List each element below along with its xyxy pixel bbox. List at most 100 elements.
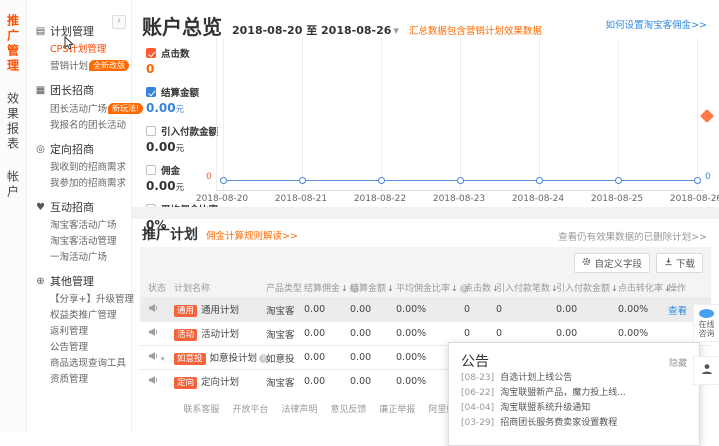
plan-name: 通用计划: [201, 305, 239, 316]
footer-link[interactable]: 开放平台: [232, 402, 268, 415]
status-cell: [148, 303, 174, 316]
avg-rate-cell: 0.00%: [396, 304, 464, 315]
sidebar-section-title[interactable]: ▦团长招商: [35, 82, 131, 98]
clicks-cell: 0: [464, 328, 496, 339]
plan-type-badge: 活动: [174, 329, 197, 341]
metric-checkbox[interactable]: [146, 48, 156, 58]
announcement-date: [06-22]: [461, 388, 494, 398]
sidebar-item[interactable]: 我收到的招商需求: [50, 162, 131, 174]
sort-icon[interactable]: [340, 284, 348, 294]
sidebar: ▤计划管理CPS计划管理营销计划全新改版▦团长招商团长活动广场新玩法!我报名的团…: [27, 0, 132, 433]
megaphone-icon: [148, 377, 158, 388]
footer-link[interactable]: 廉正举报: [379, 402, 415, 415]
announcement-item[interactable]: [06-22] 淘宝联盟新产品，魔力投上线...: [461, 386, 687, 401]
column-label: 平均佣金比率: [396, 284, 450, 294]
sidebar-item[interactable]: 我参加的招商需求: [50, 178, 131, 190]
chart-x-tick: 2018-08-25: [591, 194, 643, 204]
metric-checkbox[interactable]: [146, 87, 156, 97]
sidebar-item[interactable]: 淘宝客活动广场: [50, 220, 131, 232]
sidebar-section-label: 互动招商: [50, 199, 94, 215]
metric-label: 引入付款金额: [161, 124, 218, 138]
deleted-plans-link[interactable]: 查看仍有效果数据的已删除计划>>: [558, 229, 707, 243]
sidebar-item[interactable]: 权益类推广管理: [50, 310, 131, 322]
chart-point: [220, 177, 227, 184]
footer-link[interactable]: 联系客服: [183, 402, 219, 415]
metric-block: 结算金额0.00元: [146, 85, 218, 115]
view-plan-link[interactable]: 查看: [668, 306, 687, 317]
commission-help-link[interactable]: 如何设置淘宝客佣金>>: [606, 17, 707, 31]
product-cell: 淘宝客: [266, 303, 304, 317]
column-header: 结算佣金: [304, 281, 350, 294]
metric-checkbox[interactable]: [146, 126, 156, 136]
vnav-item-promotion-manage[interactable]: 推广管理: [5, 14, 22, 74]
sidebar-item[interactable]: 商品选现查询工具: [50, 358, 131, 370]
download-icon: [664, 257, 673, 269]
column-header: 产品类型: [266, 281, 304, 294]
sidebar-section-title[interactable]: ♥互动招商: [35, 199, 131, 215]
announcement-date: [04-04]: [461, 403, 494, 413]
sidebar-item[interactable]: 公告管理: [50, 342, 131, 354]
chevron-down-icon[interactable]: ▾: [161, 355, 165, 363]
chart-right-axis-zero: 0: [705, 172, 711, 182]
chart-x-tick: 2018-08-23: [433, 194, 485, 204]
person-icon: [701, 363, 713, 378]
sidebar-section-label: 定向招商: [50, 141, 94, 157]
custom-fields-button[interactable]: 自定义字段: [574, 253, 650, 273]
column-header: 计划名称: [174, 281, 266, 294]
vnav-item-account[interactable]: 帐户: [5, 170, 22, 200]
sidebar-section-label: 团长招商: [50, 82, 94, 98]
announcement-item[interactable]: [08-23]自选计划上线公告: [461, 371, 687, 386]
sidebar-collapse-button[interactable]: [112, 15, 126, 29]
announcement-item[interactable]: [04-04]淘宝联盟系统升级通知: [461, 401, 687, 416]
sidebar-item[interactable]: CPS计划管理: [50, 44, 131, 56]
sidebar-item[interactable]: 淘宝客活动管理: [50, 236, 131, 248]
pay-amount-cell: 0.00: [556, 328, 618, 339]
announcement-list: [08-23]自选计划上线公告[06-22]淘宝联盟新产品，魔力投上线...[0…: [461, 371, 687, 431]
chart-left-axis-zero: 0: [206, 172, 212, 182]
announcement-text: 淘宝联盟新产品，魔力投上线...: [500, 388, 626, 398]
sort-icon[interactable]: [386, 284, 394, 294]
vnav-item-effect-report[interactable]: 效果报表: [5, 92, 22, 152]
sidebar-item[interactable]: 营销计划全新改版: [50, 60, 131, 73]
commission-rule-link[interactable]: 佣金计算规则解读>>: [206, 228, 298, 242]
target-icon: ◎: [35, 144, 46, 155]
download-button[interactable]: 下载: [656, 253, 703, 273]
sidebar-item[interactable]: 我报名的团长活动: [50, 120, 131, 132]
sidebar-item[interactable]: 一淘活动广场: [50, 252, 131, 264]
metric-label: 佣金: [161, 163, 180, 177]
plan-name-cell: 活动活动计划: [174, 326, 266, 341]
footer-link[interactable]: 意见反馈: [330, 402, 366, 415]
status-cell: [148, 375, 174, 388]
product-cell: 淘宝客: [266, 375, 304, 389]
sidebar-section-title[interactable]: ◎ 定向招商: [35, 141, 131, 157]
metric-label: 点击数: [161, 46, 190, 60]
metric-value: 0.00元: [146, 140, 218, 154]
metric-block: 点击数0: [146, 46, 218, 76]
plans-title: 推广计划: [142, 224, 198, 244]
plan-name-cell: 定向定向计划: [174, 374, 266, 389]
sidebar-section-title[interactable]: ⊕其他管理: [35, 273, 131, 289]
chart-x-tick: 2018-08-22: [354, 194, 406, 204]
announcement-hide-link[interactable]: 隐藏: [669, 356, 687, 369]
chat-bubble-icon: [699, 309, 714, 318]
sidebar-item[interactable]: 【分享+】升级管理: [50, 294, 131, 306]
sort-icon[interactable]: [450, 284, 458, 294]
sidebar-item[interactable]: 返利管理: [50, 326, 131, 338]
chart-point: [694, 177, 701, 184]
sort-icon[interactable]: [610, 284, 618, 294]
main-content: 账户总览 2018-08-20 至 2018-08-26 汇总数据包含营销计划效…: [132, 0, 719, 433]
section-divider: [132, 207, 719, 219]
metric-block: 引入付款金额 0.00元: [146, 124, 218, 154]
online-chat-widget[interactable]: 在线 咨询: [693, 304, 719, 342]
metric-checkbox[interactable]: [146, 165, 156, 175]
plan-type-badge: 如意投: [174, 353, 206, 365]
settle-amount-cell: 0.00: [350, 376, 396, 387]
pay-count-cell: 0: [496, 328, 556, 339]
metric-unit: 元: [176, 105, 185, 115]
announcement-item[interactable]: [03-29]招商团长服务费卖家设置教程: [461, 416, 687, 431]
footer-link[interactable]: 法律声明: [281, 402, 317, 415]
sidebar-item[interactable]: 资质管理: [50, 374, 131, 386]
contact-person-widget[interactable]: [693, 356, 719, 385]
sidebar-item[interactable]: 团长活动广场新玩法!: [50, 103, 131, 116]
date-range-picker[interactable]: 2018-08-20 至 2018-08-26: [232, 22, 399, 38]
